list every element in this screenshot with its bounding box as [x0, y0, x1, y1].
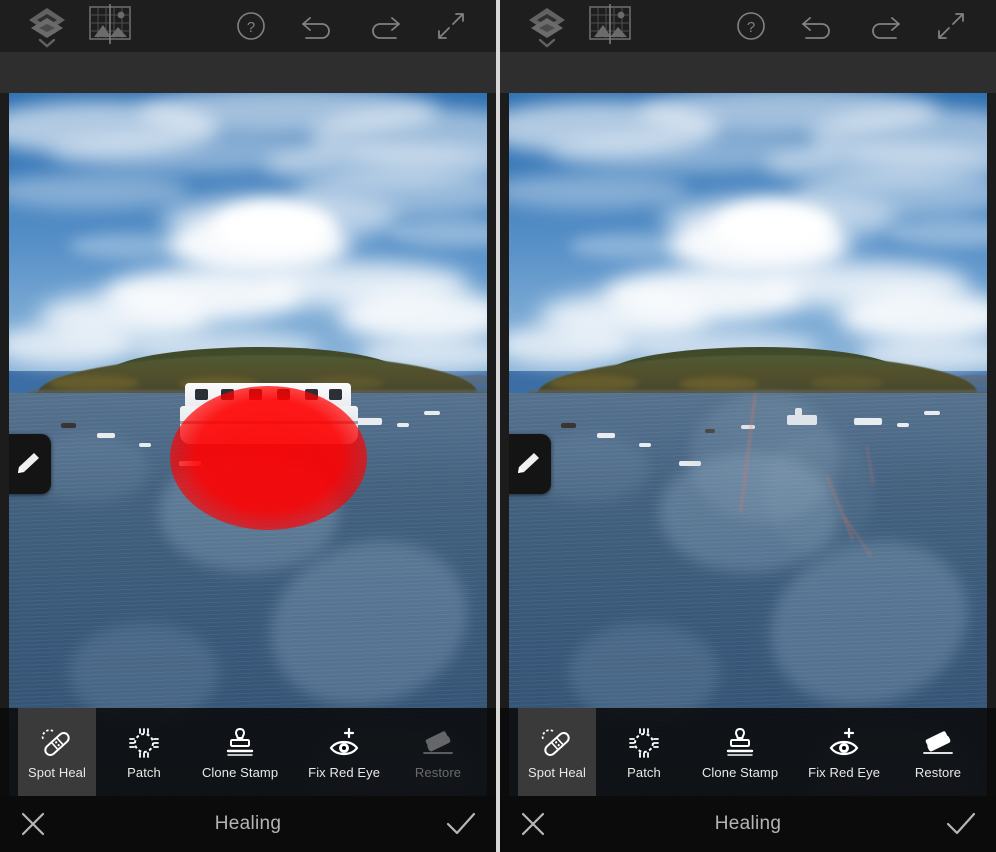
dual-panel-comparison: ? Spot Heal Patch Clone Stamp Fix Red Ey… — [0, 0, 996, 852]
top-toolbar: ? — [0, 0, 496, 52]
tool-label: Clone Stamp — [701, 764, 779, 780]
confirm-button[interactable] — [944, 809, 978, 839]
cancel-button[interactable] — [18, 809, 48, 839]
layers-icon[interactable] — [526, 4, 568, 48]
tool-patch[interactable]: Patch — [106, 708, 182, 796]
tool-label: Patch — [127, 764, 161, 780]
bottom-action-bar-after: Healing — [500, 796, 996, 852]
patch-icon — [128, 725, 160, 759]
redo-icon[interactable] — [368, 12, 402, 40]
tool-fix-red-eye[interactable]: Fix Red Eye — [298, 708, 390, 796]
tool-fix-red-eye[interactable]: Fix Red Eye — [798, 708, 890, 796]
sky-region — [509, 93, 987, 371]
svg-text:?: ? — [747, 19, 755, 36]
confirm-button[interactable] — [444, 809, 478, 839]
help-icon[interactable]: ? — [236, 11, 266, 41]
expand-icon[interactable] — [936, 11, 966, 41]
red-eye-icon — [327, 725, 361, 759]
tool-spot-heal[interactable]: Spot Heal — [518, 708, 596, 796]
cancel-button[interactable] — [518, 809, 548, 839]
tool-strip-before: Spot Heal Patch Clone Stamp Fix Red Eye … — [0, 708, 496, 796]
mode-title: Healing — [214, 813, 282, 834]
tool-spot-heal[interactable]: Spot Heal — [18, 708, 96, 796]
tool-patch[interactable]: Patch — [606, 708, 682, 796]
svg-text:?: ? — [247, 19, 255, 36]
panel-before: ? Spot Heal Patch Clone Stamp Fix Red Ey… — [0, 0, 496, 852]
tool-label: Fix Red Eye — [308, 764, 381, 780]
expand-icon[interactable] — [436, 11, 466, 41]
clone-stamp-icon — [724, 725, 756, 759]
top-toolbar-left-group — [500, 4, 632, 48]
mode-title: Healing — [714, 813, 782, 834]
undo-icon[interactable] — [300, 12, 334, 40]
tool-label: Restore — [914, 764, 962, 780]
brush-size-handle[interactable] — [509, 434, 551, 494]
bandage-icon — [540, 725, 574, 759]
top-toolbar-right-group: ? — [236, 11, 496, 41]
panel-divider — [496, 0, 500, 852]
redo-icon[interactable] — [868, 12, 902, 40]
top-toolbar-left-group — [0, 4, 132, 48]
top-toolbar-right-group: ? — [736, 11, 996, 41]
undo-icon[interactable] — [800, 12, 834, 40]
sub-toolbar-band — [0, 52, 496, 93]
help-icon[interactable]: ? — [736, 11, 766, 41]
tool-restore[interactable]: Restore — [400, 708, 476, 796]
tool-label: Fix Red Eye — [808, 764, 881, 780]
eraser-icon — [920, 725, 956, 759]
tool-restore[interactable]: Restore — [900, 708, 976, 796]
sky-region — [9, 93, 487, 371]
top-toolbar: ? — [500, 0, 996, 52]
bottom-action-bar-before: Healing — [0, 796, 496, 852]
tool-label: Restore — [414, 764, 462, 780]
image-grid-icon[interactable] — [588, 4, 632, 46]
tool-clone-stamp[interactable]: Clone Stamp — [192, 708, 288, 796]
clone-stamp-icon — [224, 725, 256, 759]
red-eye-icon — [827, 725, 861, 759]
tool-label: Clone Stamp — [201, 764, 279, 780]
sub-toolbar-band — [500, 52, 996, 93]
patch-icon — [628, 725, 660, 759]
brush-size-handle[interactable] — [9, 434, 51, 494]
layers-icon[interactable] — [26, 4, 68, 48]
tool-label: Spot Heal — [528, 764, 586, 780]
bandage-icon — [40, 725, 74, 759]
panel-after: ? Spot Heal Patch Clone Stamp Fix Red Ey… — [500, 0, 996, 852]
eraser-icon — [420, 725, 456, 759]
tool-clone-stamp[interactable]: Clone Stamp — [692, 708, 788, 796]
tool-label: Spot Heal — [28, 764, 86, 780]
tool-label: Patch — [627, 764, 661, 780]
image-grid-icon[interactable] — [88, 4, 132, 46]
tool-strip-after: Spot Heal Patch Clone Stamp Fix Red Eye … — [500, 708, 996, 796]
